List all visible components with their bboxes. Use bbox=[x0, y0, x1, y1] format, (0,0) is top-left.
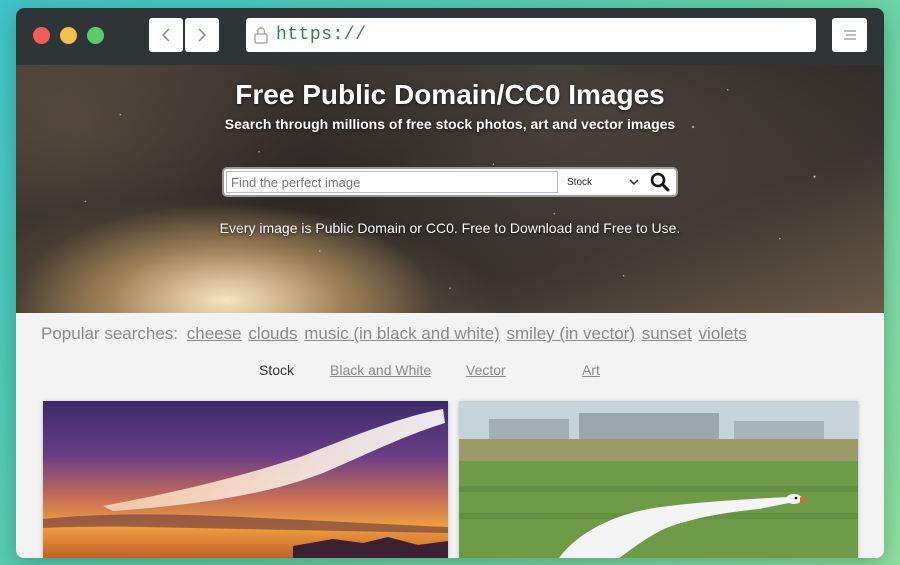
tab-art[interactable]: Art bbox=[582, 362, 600, 378]
tab-stock[interactable]: Stock bbox=[259, 362, 294, 378]
search-icon bbox=[650, 172, 670, 192]
menu-button[interactable] bbox=[832, 18, 867, 52]
tab-vector[interactable]: Vector bbox=[466, 362, 506, 378]
popular-link-smiley[interactable]: smiley (in vector) bbox=[507, 324, 635, 343]
forward-button[interactable] bbox=[185, 18, 219, 52]
page-title: Free Public Domain/CC0 Images bbox=[235, 79, 665, 110]
lock-icon bbox=[252, 25, 270, 45]
chevron-left-icon bbox=[161, 28, 170, 42]
search-form: Stock bbox=[224, 169, 676, 195]
category-tabs: Stock Black and White Vector Art bbox=[16, 362, 884, 382]
browser-window: https:// Free Public Domain/CC0 Images S… bbox=[16, 8, 884, 558]
browser-toolbar: https:// bbox=[16, 8, 884, 65]
page-subtitle: Search through millions of free stock ph… bbox=[224, 116, 676, 132]
tab-black-and-white[interactable]: Black and White bbox=[330, 362, 431, 378]
chevron-right-icon bbox=[198, 28, 207, 42]
popular-searches-label: Popular searches: bbox=[41, 324, 179, 343]
image-type-select[interactable]: Stock bbox=[563, 171, 643, 193]
back-button[interactable] bbox=[149, 18, 183, 52]
popular-link-cheese[interactable]: cheese bbox=[187, 324, 242, 343]
image-thumbnail-sunset[interactable] bbox=[43, 401, 448, 558]
image-type-selected: Stock bbox=[567, 176, 593, 188]
chevron-down-icon bbox=[629, 179, 639, 186]
address-bar[interactable]: https:// bbox=[246, 18, 816, 52]
menu-icon bbox=[843, 30, 856, 40]
hero-banner: Free Public Domain/CC0 Images Search thr… bbox=[16, 65, 884, 313]
search-input[interactable] bbox=[226, 171, 558, 193]
url-text: https:// bbox=[276, 25, 367, 45]
license-note: Every image is Public Domain or CC0. Fre… bbox=[219, 220, 681, 236]
search-button[interactable] bbox=[648, 171, 672, 193]
minimize-window-button[interactable] bbox=[60, 27, 77, 44]
popular-link-sunset[interactable]: sunset bbox=[642, 324, 692, 343]
image-thumbnail-swan[interactable] bbox=[459, 401, 858, 558]
popular-link-clouds[interactable]: clouds bbox=[248, 324, 297, 343]
popular-link-music[interactable]: music (in black and white) bbox=[304, 324, 500, 343]
maximize-window-button[interactable] bbox=[87, 27, 104, 44]
popular-searches: Popular searches: cheese clouds music (i… bbox=[41, 324, 749, 344]
popular-link-violets[interactable]: violets bbox=[699, 324, 747, 343]
close-window-button[interactable] bbox=[33, 27, 50, 44]
